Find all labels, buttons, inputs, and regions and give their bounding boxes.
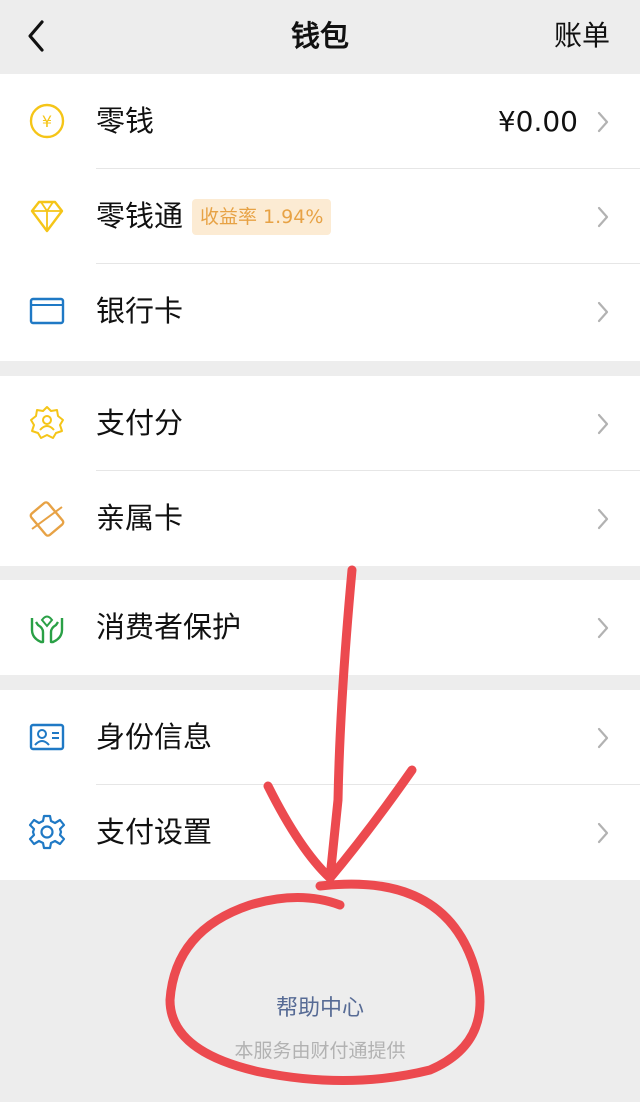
navbar: 钱包 账单: [0, 0, 640, 74]
wallet-section-credit: 支付分 亲属卡: [0, 376, 640, 566]
wallet-item-consumer-protection[interactable]: 消费者保护: [0, 580, 640, 675]
wallet-item-change[interactable]: ¥ 零钱 ¥0.00: [0, 74, 640, 169]
wallet-item-pay-settings[interactable]: 支付设置: [0, 785, 640, 880]
family-card-icon: [29, 501, 65, 537]
wallet-item-label: 零钱: [96, 104, 155, 138]
chevron-right-icon: [597, 301, 609, 323]
wallet-item-pay-score[interactable]: 支付分: [0, 376, 640, 471]
chevron-right-icon: [597, 206, 609, 228]
wallet-item-lingqiantong[interactable]: 零钱通 收益率 1.94%: [0, 169, 640, 264]
wallet-item-label: 零钱通: [96, 199, 184, 233]
chevron-right-icon: [597, 413, 609, 435]
wallet-item-bank-card[interactable]: 银行卡: [0, 264, 640, 359]
chevron-right-icon: [597, 822, 609, 844]
id-card-icon: [29, 723, 65, 751]
wallet-item-identity-info[interactable]: 身份信息: [0, 690, 640, 785]
provider-note: 本服务由财付通提供: [234, 1040, 406, 1062]
protection-hands-icon: [30, 615, 64, 644]
yield-rate-badge: 收益率 1.94%: [192, 199, 332, 235]
wallet-item-label: 消费者保护: [96, 610, 242, 644]
bank-card-icon: [29, 297, 65, 325]
gear-icon: [28, 814, 66, 850]
wallet-item-family-card[interactable]: 亲属卡: [0, 471, 640, 566]
chevron-right-icon: [597, 727, 609, 749]
help-center-link[interactable]: 帮助中心: [0, 990, 640, 1022]
page-title: 钱包: [290, 19, 349, 53]
svg-text:¥: ¥: [42, 112, 52, 131]
change-balance: ¥0.00: [497, 105, 578, 138]
wallet-section-settings: 身份信息 支付设置: [0, 690, 640, 880]
diamond-icon: [30, 200, 64, 233]
wallet-item-label: 身份信息: [96, 720, 213, 754]
bill-button[interactable]: 账单: [554, 18, 610, 54]
chevron-right-icon: [597, 111, 609, 133]
yuan-circle-icon: ¥: [29, 103, 65, 139]
wallet-section-funds: ¥ 零钱 ¥0.00 零钱通 收益率 1.94% 银行卡: [0, 74, 640, 361]
wallet-section-protection: 消费者保护: [0, 580, 640, 675]
wallet-item-label: 支付设置: [96, 815, 213, 849]
wallet-item-label: 支付分: [96, 406, 184, 440]
pay-score-badge-icon: [30, 406, 64, 439]
chevron-right-icon: [597, 617, 609, 639]
chevron-right-icon: [597, 508, 609, 530]
wallet-item-label: 银行卡: [96, 294, 184, 328]
wallet-item-label: 亲属卡: [96, 501, 184, 535]
